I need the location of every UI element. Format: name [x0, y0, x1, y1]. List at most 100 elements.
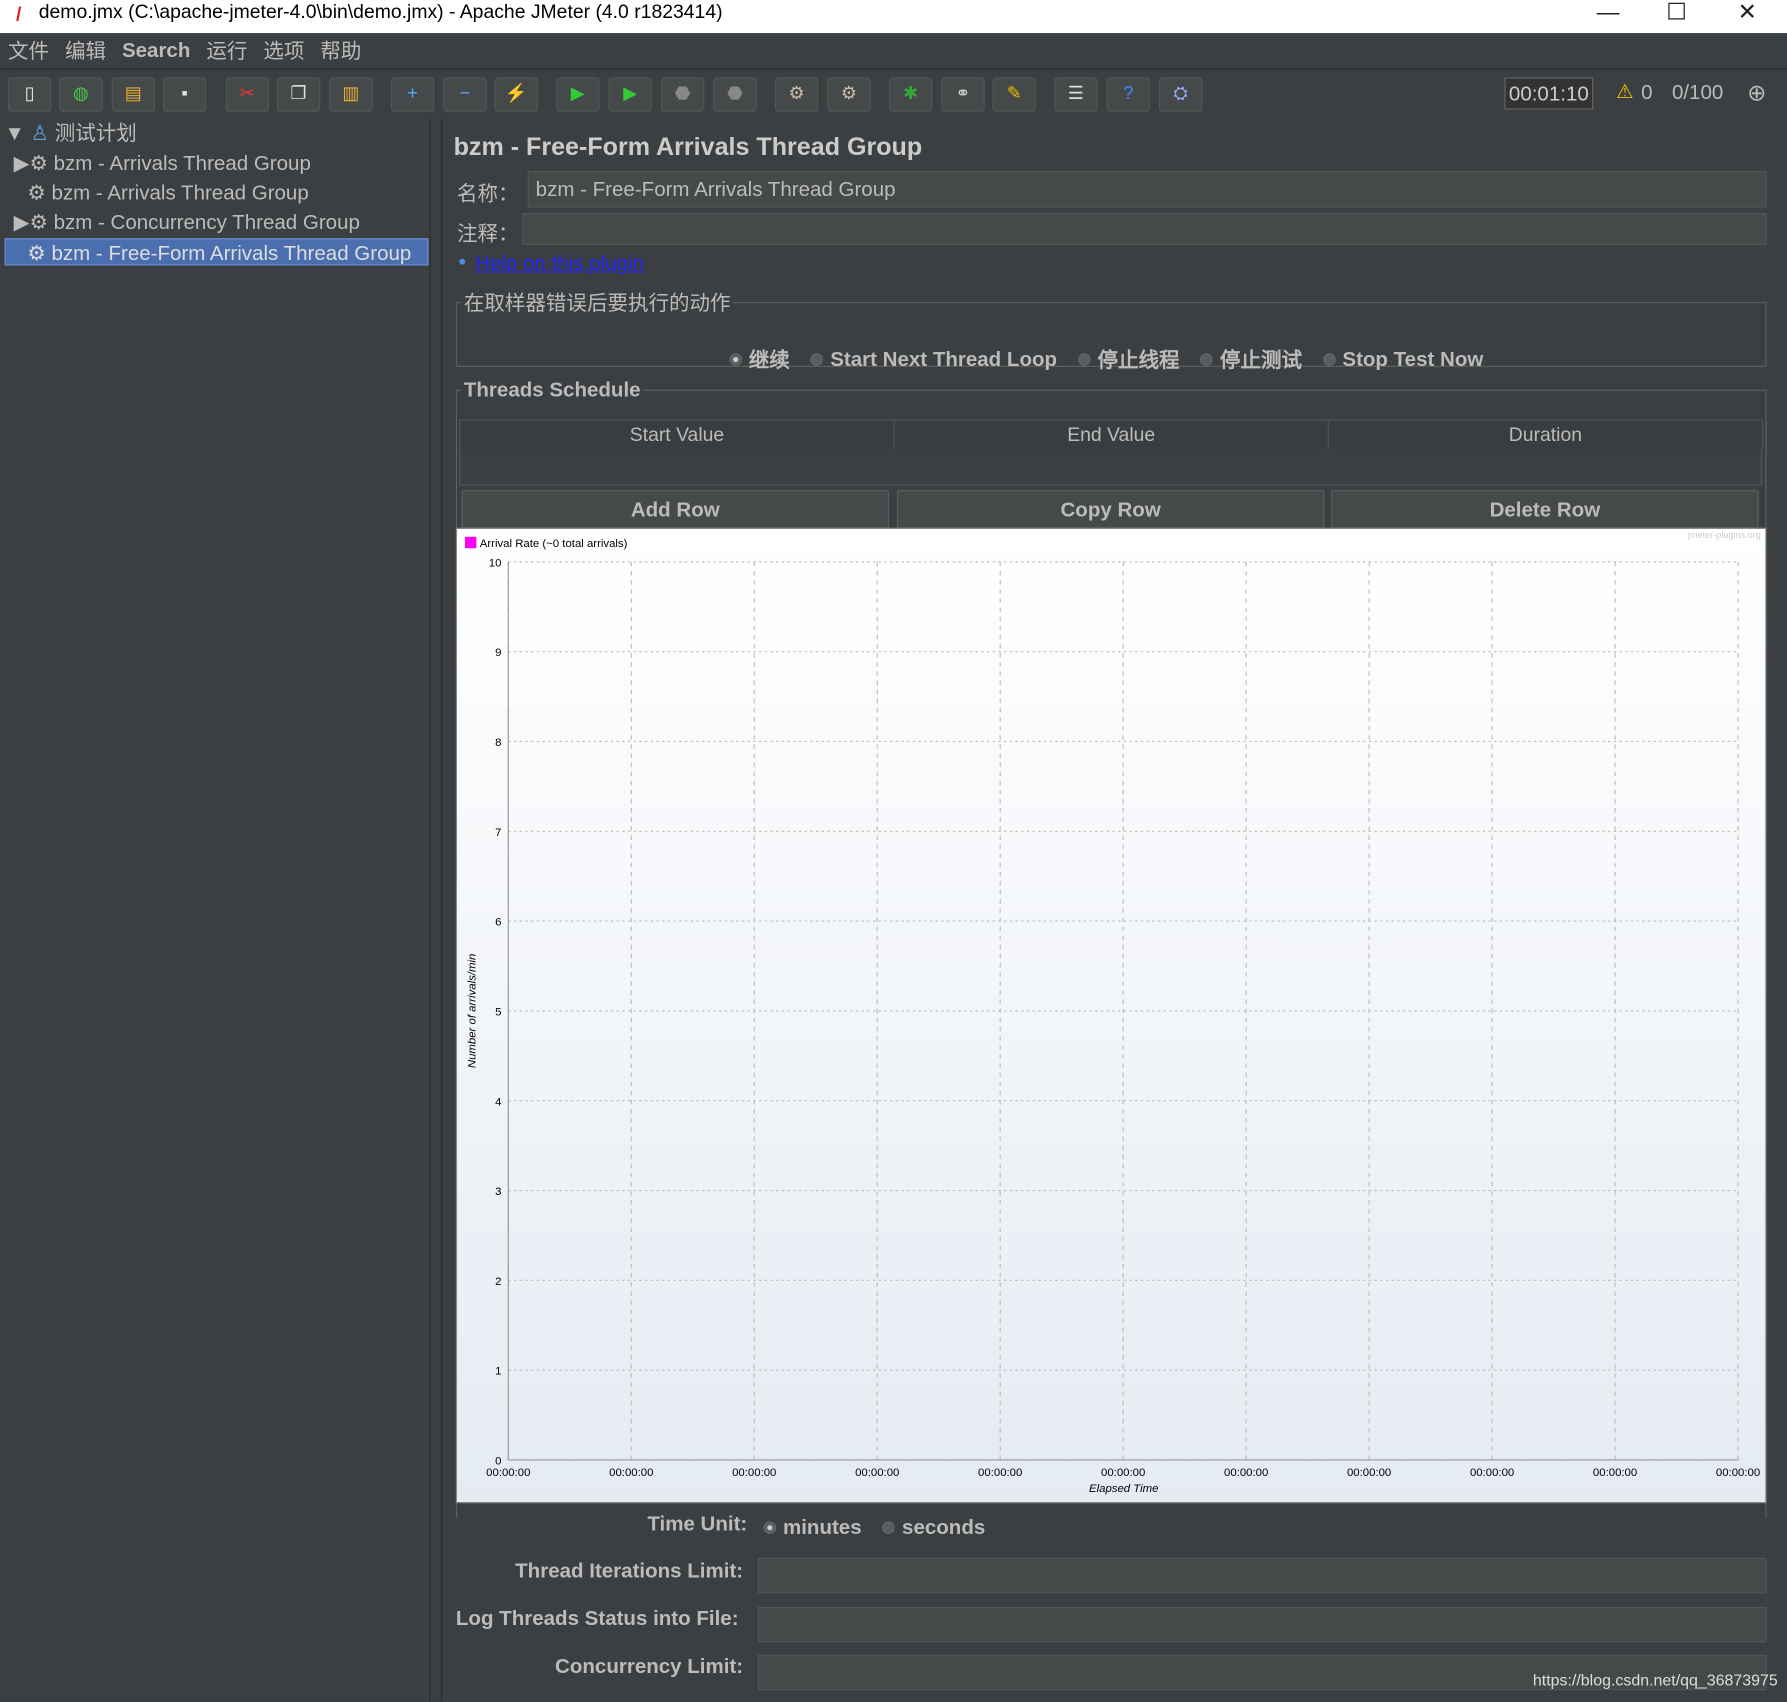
- new-button[interactable]: ▯: [7, 77, 52, 112]
- y-tick-label: 8: [495, 737, 501, 749]
- clear-all-button[interactable]: ✎: [992, 77, 1036, 112]
- tree-root[interactable]: ▼ ♙ 测试计划: [5, 120, 137, 147]
- y-tick-label: 9: [495, 647, 501, 659]
- log-file-label: Log Threads Status into File:: [455, 1606, 739, 1630]
- error-action-options: 继续 Start Next Thread Loop 停止线程 停止测试 Stop…: [713, 344, 1483, 374]
- y-tick-label: 7: [495, 827, 501, 839]
- test-plan-icon: ♙: [30, 121, 49, 145]
- global-icon[interactable]: ⊕: [1747, 79, 1766, 107]
- expand-arrow-icon[interactable]: ▼: [5, 122, 25, 145]
- help-button[interactable]: ?: [1106, 77, 1150, 112]
- tree-item[interactable]: ▶⚙ bzm - Concurrency Thread Group: [14, 209, 360, 236]
- search-button[interactable]: ⚭: [941, 77, 985, 112]
- save-button[interactable]: ▪: [162, 77, 207, 112]
- x-axis-label: Elapsed Time: [1089, 1483, 1158, 1495]
- radio-stop-test[interactable]: 停止测试: [1200, 344, 1302, 374]
- function-helper-button[interactable]: ✱: [888, 77, 933, 112]
- tree-item-label: bzm - Arrivals Thread Group: [53, 151, 311, 175]
- column-end-value[interactable]: End Value: [894, 420, 1329, 450]
- tree-item[interactable]: ⚙ bzm - Arrivals Thread Group: [27, 179, 308, 206]
- x-tick-label: 00:00:00: [732, 1467, 776, 1479]
- menu-bar: 文件 编辑 Search 运行 选项 帮助: [0, 33, 1787, 67]
- radio-continue[interactable]: 继续: [729, 344, 790, 374]
- remote-stop-button[interactable]: ⚙: [827, 77, 871, 112]
- y-tick-label: 2: [495, 1276, 501, 1288]
- time-unit-label: Time Unit:: [647, 1512, 748, 1536]
- templates-button[interactable]: ◍: [59, 77, 103, 112]
- tree-root-label: 测试计划: [54, 121, 137, 145]
- delete-row-button[interactable]: Delete Row: [1331, 490, 1759, 529]
- expand-arrow-icon[interactable]: ▶: [14, 211, 30, 234]
- warning-count: 0: [1641, 80, 1653, 104]
- menu-edit[interactable]: 编辑: [65, 35, 106, 65]
- menu-file[interactable]: 文件: [8, 35, 49, 65]
- column-duration[interactable]: Duration: [1328, 420, 1764, 450]
- expand-arrow-icon[interactable]: ▶: [14, 152, 30, 175]
- copy-row-button[interactable]: Copy Row: [896, 490, 1325, 529]
- jmeter-feather-icon: /: [15, 3, 22, 26]
- shutdown-button[interactable]: ⬣: [713, 77, 757, 112]
- iterations-field[interactable]: [757, 1557, 1767, 1594]
- gear-icon: ⚙: [29, 151, 48, 175]
- remote-start-button[interactable]: ⚙: [774, 77, 819, 112]
- y-tick-label: 10: [489, 557, 502, 569]
- comment-field[interactable]: [521, 213, 1767, 246]
- y-tick-label: 4: [495, 1096, 501, 1108]
- radio-stop-thread[interactable]: 停止线程: [1078, 344, 1180, 374]
- error-action-group: 在取样器错误后要执行的动作 继续 Start Next Thread Loop …: [455, 287, 1767, 372]
- y-tick-label: 0: [495, 1456, 501, 1468]
- menu-options[interactable]: 选项: [263, 35, 304, 65]
- page-title: bzm - Free-Form Arrivals Thread Group: [453, 132, 923, 161]
- elapsed-timer: 00:01:10: [1504, 77, 1594, 110]
- concurrency-label: Concurrency Limit:: [555, 1654, 744, 1678]
- maximize-button[interactable]: ☐: [1654, 0, 1700, 25]
- expand-button[interactable]: +: [390, 77, 435, 112]
- log-file-field[interactable]: [757, 1606, 1767, 1643]
- collapse-button[interactable]: −: [443, 77, 487, 112]
- test-plan-tree: ▼ ♙ 测试计划 ▶⚙ bzm - Arrivals Thread Group …: [0, 118, 431, 1702]
- help-link[interactable]: Help on this plugin: [475, 252, 644, 276]
- radio-stop-test-now[interactable]: Stop Test Now: [1323, 347, 1483, 371]
- remote-button[interactable]: ⛭: [1159, 77, 1203, 112]
- close-button[interactable]: ✕: [1724, 0, 1770, 25]
- warning-icon[interactable]: ⚠: [1616, 81, 1633, 104]
- start-button[interactable]: ▶: [556, 77, 600, 112]
- stop-button[interactable]: ⬣: [661, 77, 705, 112]
- log-viewer-button[interactable]: ☰: [1054, 77, 1098, 112]
- open-button[interactable]: ▤: [111, 77, 155, 112]
- tree-item[interactable]: ▶⚙ bzm - Arrivals Thread Group: [14, 149, 311, 176]
- cut-button[interactable]: ✂: [225, 77, 269, 112]
- add-row-button[interactable]: Add Row: [461, 490, 889, 529]
- x-tick-label: 00:00:00: [1347, 1467, 1391, 1479]
- tree-item-selected[interactable]: ⚙ bzm - Free-Form Arrivals Thread Group: [4, 238, 429, 266]
- gear-icon: ⚙: [27, 181, 46, 205]
- copy-button[interactable]: ❐: [276, 77, 321, 112]
- start-no-pause-button[interactable]: ▶: [608, 77, 652, 112]
- radio-start-next-loop[interactable]: Start Next Thread Loop: [810, 347, 1057, 371]
- splitter-handle[interactable]: [430, 118, 443, 1702]
- legend-swatch: [464, 536, 477, 549]
- radio-seconds[interactable]: seconds: [882, 1516, 985, 1540]
- paste-button[interactable]: ▥: [329, 77, 373, 112]
- gear-icon: ⚙: [29, 210, 48, 234]
- x-tick-label: 00:00:00: [855, 1467, 899, 1479]
- x-tick-label: 00:00:00: [1101, 1467, 1145, 1479]
- radio-minutes[interactable]: minutes: [763, 1516, 862, 1540]
- gear-icon: ⚙: [27, 241, 46, 265]
- menu-help[interactable]: 帮助: [320, 35, 361, 65]
- name-label: 名称：: [457, 182, 519, 206]
- iterations-label: Thread Iterations Limit:: [515, 1559, 744, 1582]
- column-start-value[interactable]: Start Value: [460, 420, 895, 450]
- menu-search[interactable]: Search: [122, 38, 190, 62]
- menu-run[interactable]: 运行: [206, 35, 247, 65]
- x-tick-label: 00:00:00: [1593, 1467, 1637, 1479]
- time-unit-options: minutes seconds: [748, 1516, 985, 1540]
- chart-watermark: jmeter-plugins.org: [1687, 530, 1761, 540]
- toggle-button[interactable]: ⚡: [494, 77, 538, 112]
- window-title: demo.jmx (C:\apache-jmeter-4.0\bin\demo.…: [38, 1, 723, 23]
- minimize-button[interactable]: —: [1585, 0, 1631, 25]
- blog-watermark: https://blog.csdn.net/qq_36873975: [1532, 1670, 1778, 1690]
- name-field[interactable]: bzm - Free-Form Arrivals Thread Group: [527, 170, 1767, 208]
- comment-label: 注释：: [457, 222, 519, 246]
- schedule-table[interactable]: Start Value End Value Duration: [459, 419, 1764, 486]
